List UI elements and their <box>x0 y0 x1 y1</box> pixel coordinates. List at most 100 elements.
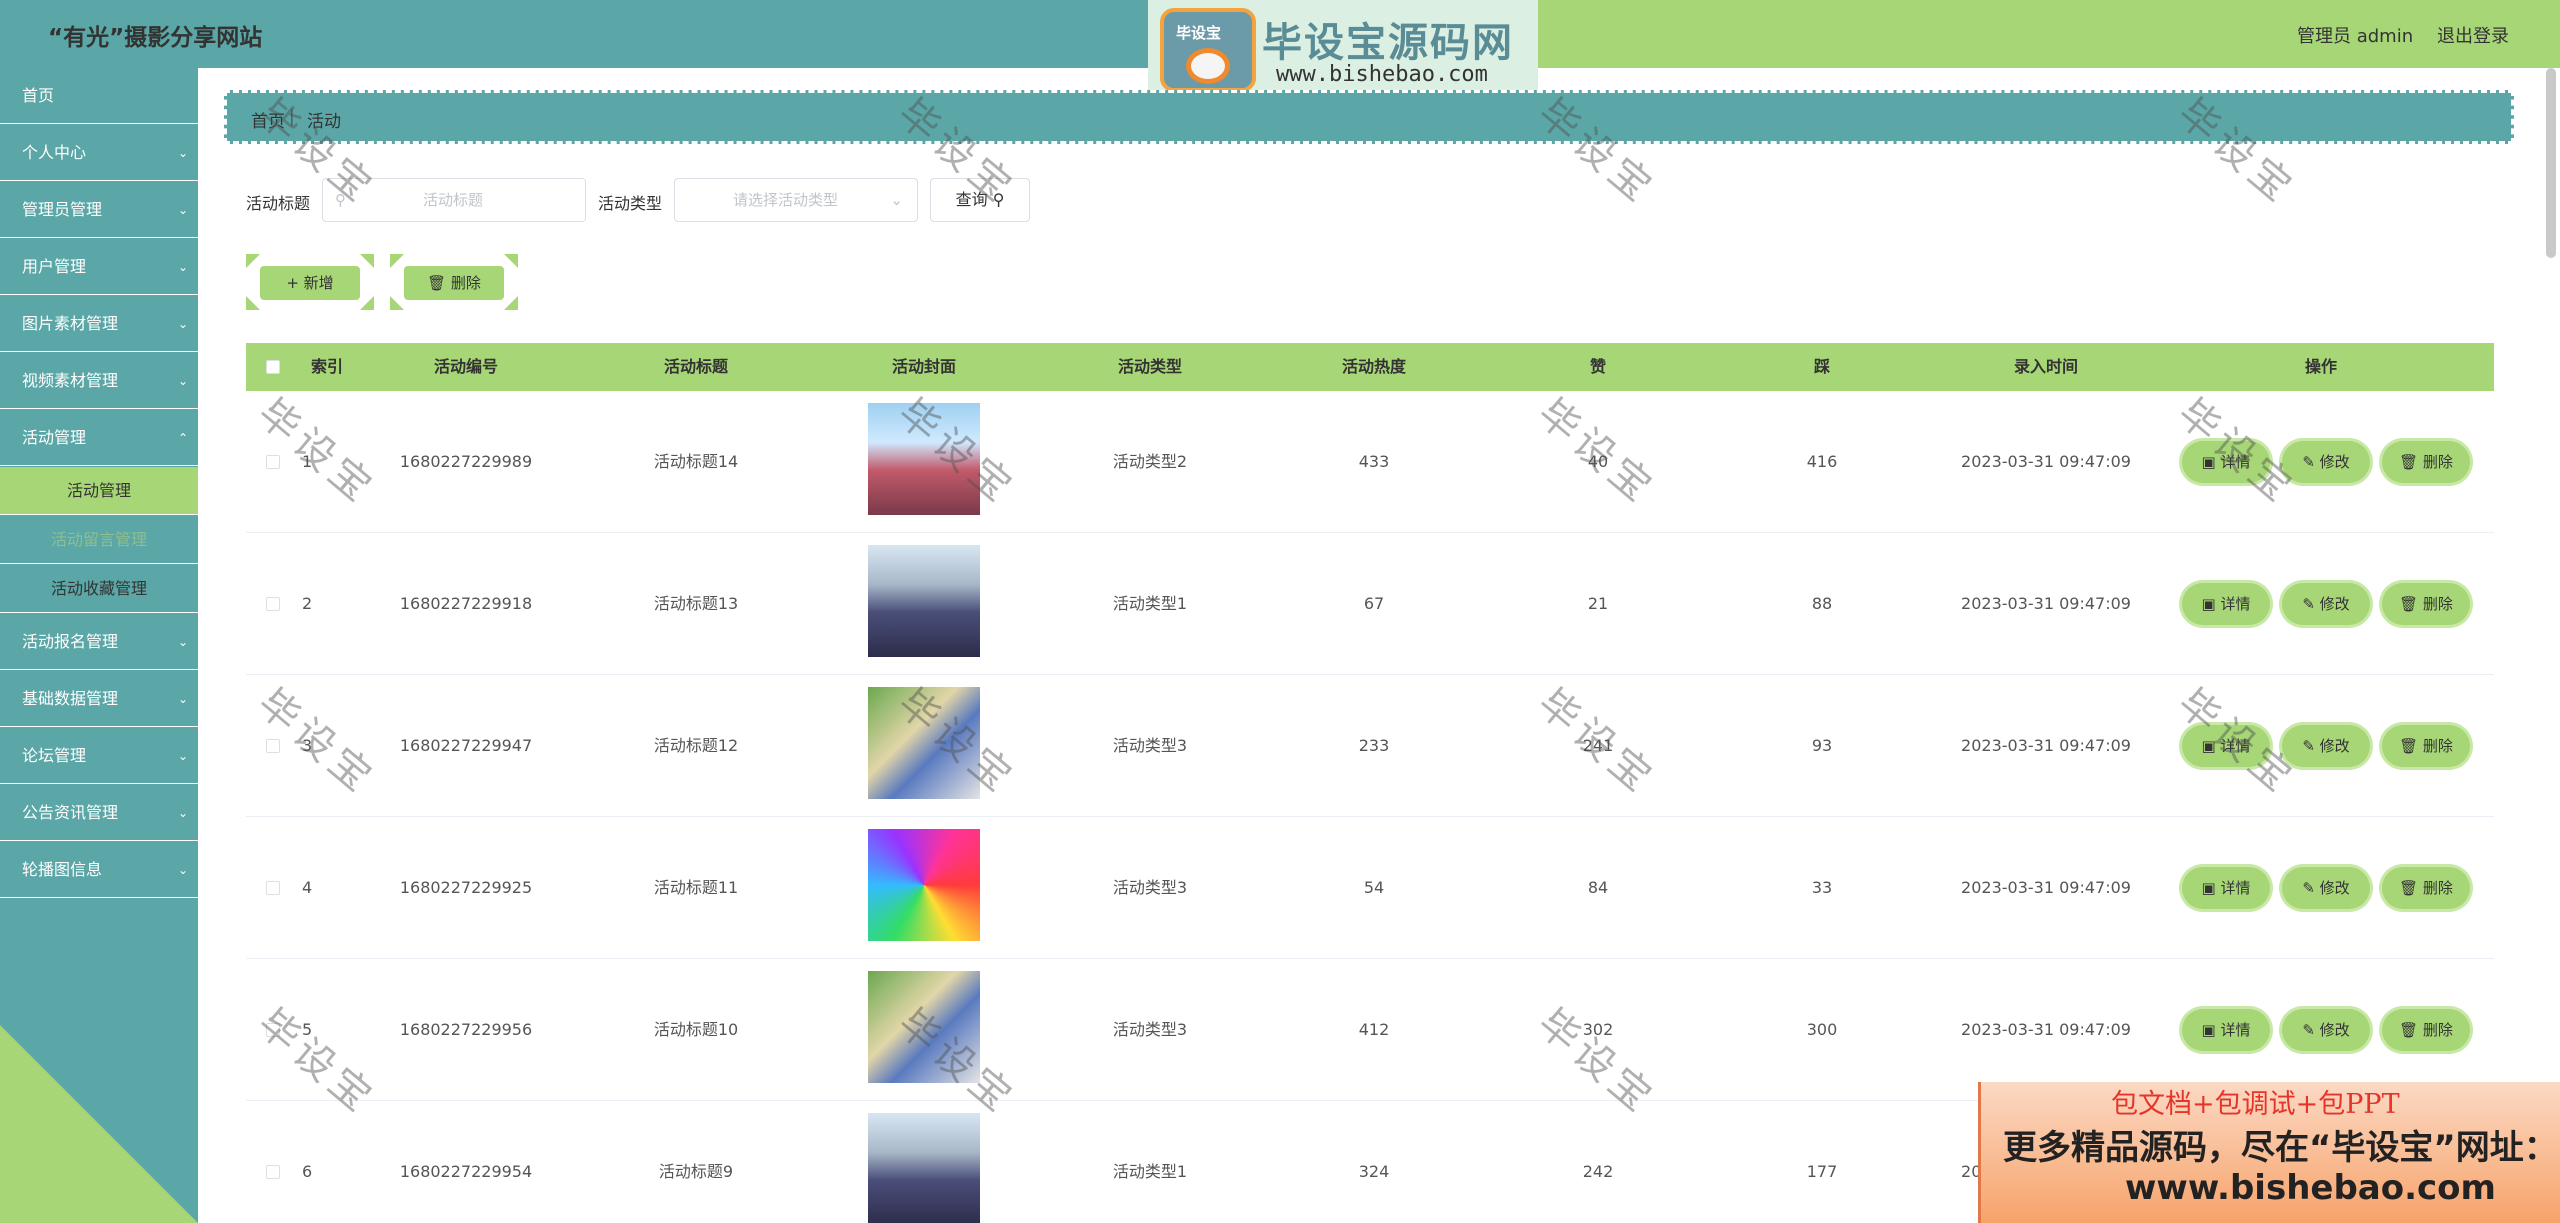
cell-activity-title: 活动标题12 <box>653 736 739 755</box>
row-checkbox[interactable] <box>266 1023 280 1037</box>
cell-like: 84 <box>1587 878 1609 897</box>
detail-button[interactable]: ▣ 详情 <box>2182 441 2270 483</box>
promo-banner: 包文档+包调试+包PPT 更多精品源码，尽在“毕设宝”网址： www.bishe… <box>1978 1082 2560 1223</box>
cell-activity-heat: 233 <box>1358 736 1390 755</box>
table-row: 5 1680227229956 活动标题10 活动类型3 412 302 300 2023-0… <box>246 959 2494 1101</box>
edit-button-label: 修改 <box>2319 595 2350 613</box>
edit-button[interactable]: ✎ 修改 <box>2282 867 2370 909</box>
pencil-icon: ✎ <box>2302 453 2315 471</box>
add-button[interactable]: + 新增 <box>246 254 374 310</box>
col-activity-type: 活动类型 <box>1117 357 1182 376</box>
sidebar-item-news[interactable]: 公告资讯管理 ⌄ <box>0 785 198 841</box>
chevron-down-icon: ⌄ <box>177 863 188 877</box>
activity-type-select[interactable]: 请选择活动类型 ⌄ <box>674 178 918 222</box>
cell-dislike: 300 <box>1806 1020 1838 1039</box>
detail-button[interactable]: ▣ 详情 <box>2182 867 2270 909</box>
row-checkbox[interactable] <box>266 597 280 611</box>
row-checkbox[interactable] <box>266 455 280 469</box>
delete-button[interactable]: 🗑 删除 <box>2382 867 2470 909</box>
logo-url: www.bishebao.com <box>1276 62 1488 87</box>
delete-button[interactable]: 🗑 删除 <box>2382 725 2470 767</box>
sidebar-item-users[interactable]: 用户管理 ⌄ <box>0 239 198 295</box>
row-checkbox[interactable] <box>266 1165 280 1179</box>
cell-activity-heat: 324 <box>1358 1162 1390 1181</box>
activity-title-placeholder: 活动标题 <box>423 191 484 209</box>
search-icon: ⚲ <box>992 190 1005 209</box>
cell-activity-no: 1680227229947 <box>399 736 533 755</box>
cell-index: 2 <box>302 594 313 613</box>
delete-button[interactable]: 🗑 删除 <box>2382 583 2470 625</box>
logo-badge-text: 毕设宝 <box>1176 24 1222 42</box>
activity-cover-image <box>868 1113 980 1223</box>
edit-button[interactable]: ✎ 修改 <box>2282 583 2370 625</box>
sidebar-subitem-label: 活动管理 <box>66 481 131 500</box>
cell-created-time: 2023-03-31 09:47:09 <box>1961 1020 2131 1039</box>
query-button[interactable]: 查询 ⚲ <box>930 178 1030 222</box>
ribbon-corner <box>246 254 260 268</box>
scrollbar[interactable] <box>2546 68 2556 258</box>
col-actions: 操作 <box>2304 357 2337 376</box>
cell-dislike: 33 <box>1811 878 1833 897</box>
activity-title-input[interactable]: ⚲ 活动标题 <box>322 178 586 222</box>
sidebar-item-base-data[interactable]: 基础数据管理 ⌄ <box>0 671 198 727</box>
select-all-checkbox[interactable] <box>266 360 280 374</box>
batch-delete-button[interactable]: 🗑 删除 <box>390 254 518 310</box>
edit-button-label: 修改 <box>2319 879 2350 897</box>
search-icon: ⚲ <box>335 191 346 209</box>
sidebar: 首页 个人中心 ⌄ 管理员管理 ⌄ 用户管理 ⌄ 图片素材管理 ⌄ 视频素材管理 ⌄ 活动… <box>0 68 198 1223</box>
activity-cover-image <box>868 403 980 515</box>
cell-created-time: 2023-03-31 09:47:09 <box>1961 878 2131 897</box>
sidebar-item-admins[interactable]: 管理员管理 ⌄ <box>0 182 198 238</box>
col-index: 索引 <box>310 357 343 376</box>
query-button-label: 查询 <box>955 190 988 209</box>
sidebar-item-profile[interactable]: 个人中心 ⌄ <box>0 125 198 181</box>
row-checkbox[interactable] <box>266 739 280 753</box>
cell-activity-heat: 67 <box>1363 594 1385 613</box>
sidebar-item-videos[interactable]: 视频素材管理 ⌄ <box>0 353 198 409</box>
breadcrumb-current: 活动 <box>307 112 341 132</box>
cell-activity-type: 活动类型1 <box>1112 594 1188 613</box>
col-activity-heat: 活动热度 <box>1341 357 1406 376</box>
sidebar-item-label: 图片素材管理 <box>22 314 119 333</box>
document-icon: ▣ <box>2201 737 2216 755</box>
sidebar-item-forum[interactable]: 论坛管理 ⌄ <box>0 728 198 784</box>
detail-button[interactable]: ▣ 详情 <box>2182 1009 2270 1051</box>
detail-button[interactable]: ▣ 详情 <box>2182 725 2270 767</box>
edit-button-label: 修改 <box>2319 1021 2350 1039</box>
sidebar-item-signups[interactable]: 活动报名管理 ⌄ <box>0 614 198 670</box>
delete-button-label: 删除 <box>2422 595 2453 613</box>
logout-link[interactable]: 退出登录 <box>2437 22 2509 48</box>
detail-button-label: 详情 <box>2220 879 2251 897</box>
sidebar-item-activities[interactable]: 活动管理 ⌃ <box>0 410 198 466</box>
sidebar-subitem-activity-manage[interactable]: 活动管理 <box>0 467 198 515</box>
cell-activity-type: 活动类型3 <box>1112 736 1188 755</box>
admin-label: 管理员 admin <box>2297 26 2414 47</box>
sidebar-item-carousel[interactable]: 轮播图信息 ⌄ <box>0 842 198 898</box>
sidebar-subitem-label: 活动留言管理 <box>50 530 147 549</box>
delete-button[interactable]: 🗑 删除 <box>2382 441 2470 483</box>
table-header: 索引 活动编号 活动标题 活动封面 活动类型 活动热度 赞 踩 录入时间 操作 <box>246 343 2494 391</box>
delete-button[interactable]: 🗑 删除 <box>2382 1009 2470 1051</box>
chevron-down-icon: ⌄ <box>177 374 188 388</box>
sidebar-subitem-activity-comments[interactable]: 活动留言管理 <box>0 516 198 564</box>
edit-button[interactable]: ✎ 修改 <box>2282 725 2370 767</box>
table-row: 3 1680227229947 活动标题12 活动类型3 233 241 93 2023-03… <box>246 675 2494 817</box>
sidebar-item-home[interactable]: 首页 <box>0 68 198 124</box>
detail-button-label: 详情 <box>2220 453 2251 471</box>
breadcrumb-home[interactable]: 首页 <box>251 107 285 132</box>
sidebar-item-images[interactable]: 图片素材管理 ⌄ <box>0 296 198 352</box>
add-button-label: + 新增 <box>260 266 360 300</box>
chevron-down-icon: ⌄ <box>177 635 188 649</box>
edit-button[interactable]: ✎ 修改 <box>2282 1009 2370 1051</box>
row-checkbox[interactable] <box>266 881 280 895</box>
cell-dislike: 93 <box>1811 736 1833 755</box>
table-row: 1 1680227229989 活动标题14 活动类型2 433 40 416 2023-03… <box>246 391 2494 533</box>
detail-button-label: 详情 <box>2220 1021 2251 1039</box>
detail-button[interactable]: ▣ 详情 <box>2182 583 2270 625</box>
edit-button[interactable]: ✎ 修改 <box>2282 441 2370 483</box>
activity-title-label: 活动标题 <box>246 194 311 213</box>
sidebar-subitem-activity-favorites[interactable]: 活动收藏管理 <box>0 565 198 613</box>
document-icon: ▣ <box>2201 595 2216 613</box>
sidebar-item-label: 公告资讯管理 <box>22 803 119 822</box>
pencil-icon: ✎ <box>2302 737 2315 755</box>
